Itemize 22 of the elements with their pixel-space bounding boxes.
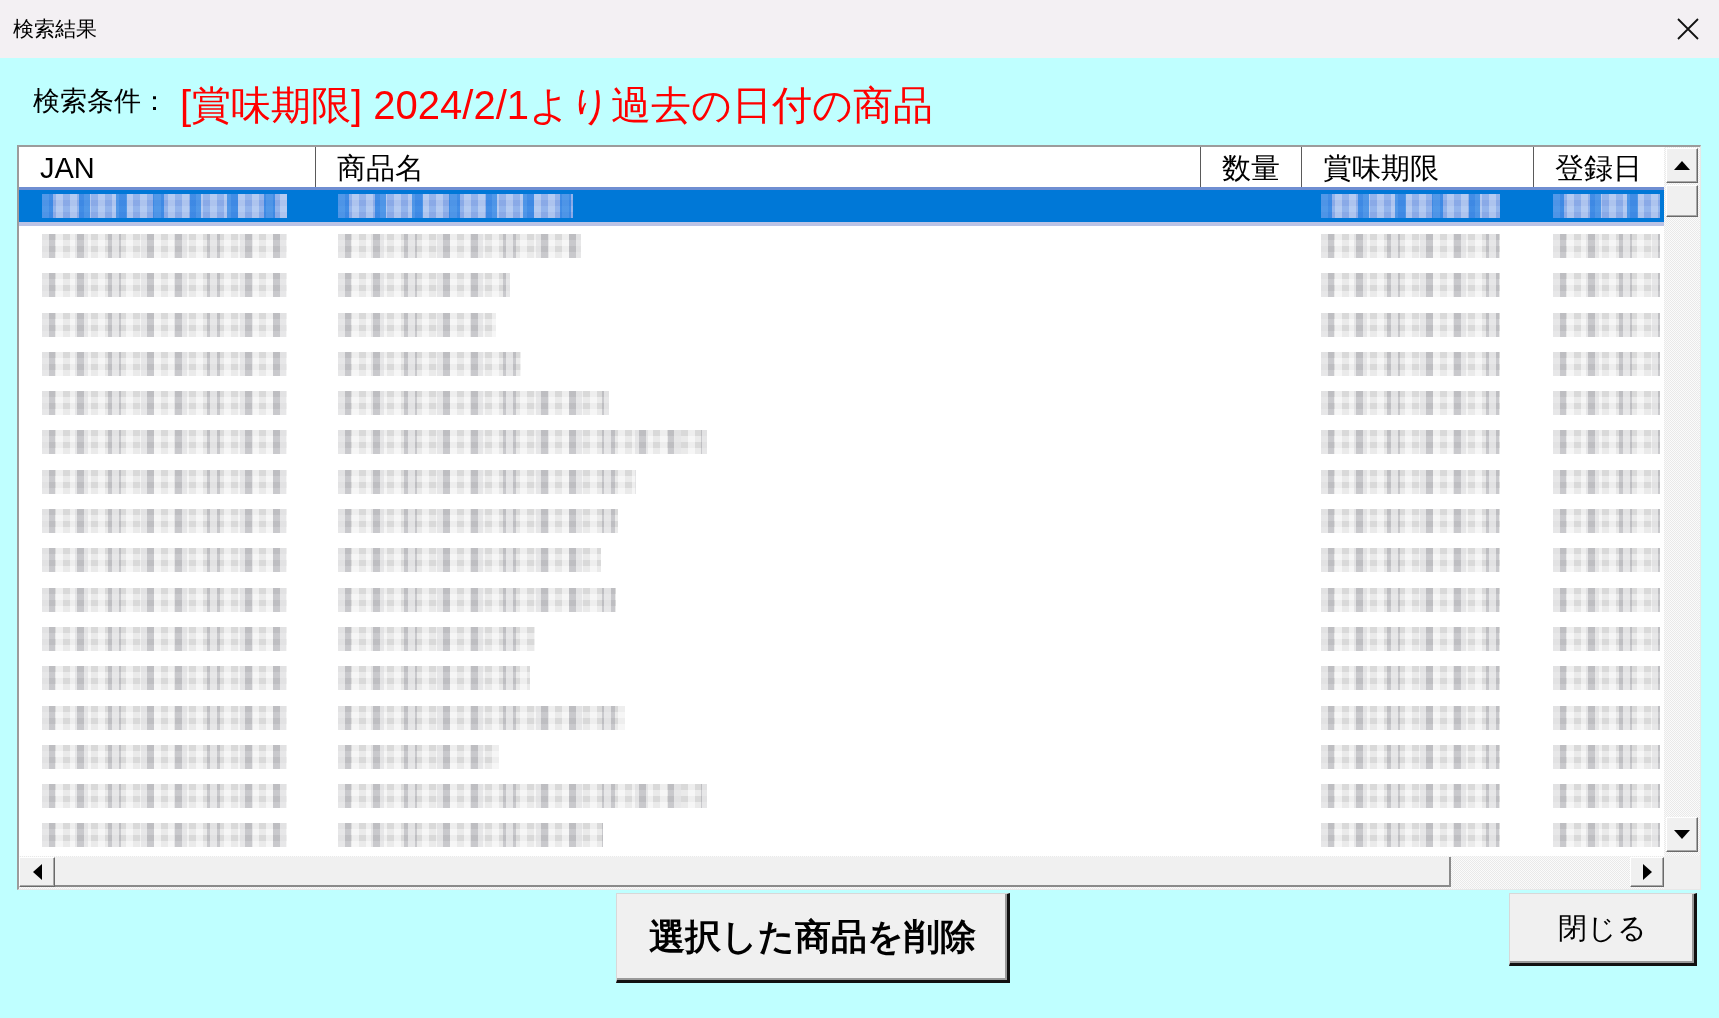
left-triangle-icon: [32, 864, 42, 880]
close-button[interactable]: [1677, 18, 1699, 40]
close-icon: [1677, 18, 1699, 40]
scrollbar-thumb[interactable]: [55, 857, 1451, 887]
window-title: 検索結果: [13, 16, 97, 42]
search-condition-label: 検索条件：: [33, 84, 168, 118]
column-header[interactable]: 登録日: [1534, 147, 1664, 187]
horizontal-scrollbar[interactable]: [19, 856, 1664, 889]
scrollbar-corner: [1664, 856, 1700, 889]
vertical-scrollbar[interactable]: [1664, 147, 1700, 856]
right-triangle-icon: [1642, 864, 1652, 880]
result-list[interactable]: JAN 商品名 数量 賞味期限 登録日: [17, 145, 1701, 890]
scroll-right-button[interactable]: [1630, 857, 1664, 887]
down-triangle-icon: [1674, 830, 1690, 839]
scroll-up-button[interactable]: [1666, 148, 1698, 183]
scroll-down-button[interactable]: [1666, 817, 1698, 852]
up-triangle-icon: [1674, 161, 1690, 170]
scroll-left-button[interactable]: [19, 857, 55, 887]
delete-selected-button[interactable]: 選択した商品を削除: [616, 893, 1010, 983]
close-dialog-button[interactable]: 閉じる: [1509, 893, 1697, 966]
search-condition-text: [賞味期限] 2024/2/1より過去の日付の商品: [180, 82, 934, 129]
list-row[interactable]: [19, 187, 1664, 227]
